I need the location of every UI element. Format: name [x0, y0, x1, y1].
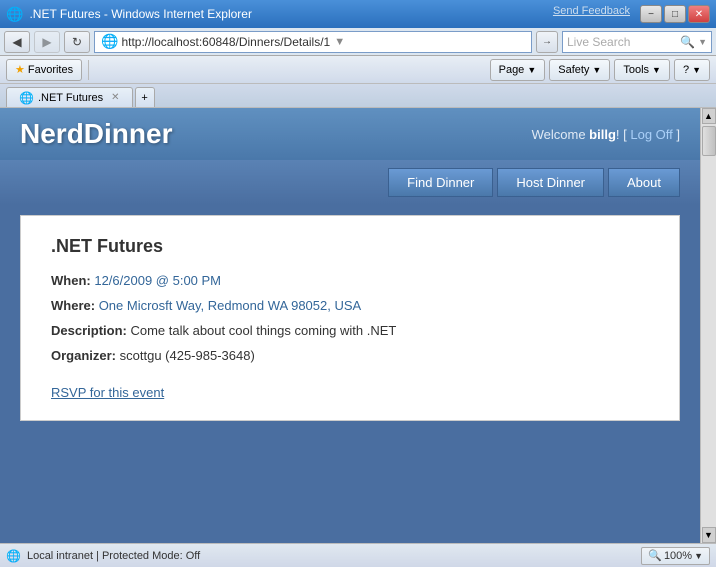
go-button[interactable]: → [536, 31, 558, 53]
restore-button[interactable]: □ [664, 5, 686, 23]
safety-button[interactable]: Safety ▼ [549, 59, 610, 81]
site-title: NerdDinner [20, 118, 172, 150]
tab-ie-icon: 🌐 [19, 91, 34, 105]
help-icon: ? [683, 64, 689, 76]
scroll-down-button[interactable]: ▼ [702, 527, 716, 543]
browser-chrome: NerdDinner Welcome billg! [ Log Off ] Fi… [0, 108, 716, 543]
zoom-label: 100% [664, 550, 692, 562]
organizer-value: scottgu (425-985-3648) [120, 348, 255, 363]
tools-dropdown-icon: ▼ [652, 65, 661, 75]
zone-icon: 🌐 [6, 549, 21, 563]
welcome-area: Welcome billg! [ Log Off ] [532, 127, 680, 142]
zoom-icon: 🔍 [648, 549, 662, 562]
search-dropdown-icon[interactable]: ▼ [698, 37, 707, 47]
title-bar-left: 🌐 .NET Futures - Windows Internet Explor… [6, 6, 252, 23]
content-area: .NET Futures When: 12/6/2009 @ 5:00 PM W… [0, 205, 700, 543]
about-button[interactable]: About [608, 168, 680, 197]
favorites-label: Favorites [28, 64, 73, 76]
new-tab-button[interactable]: + [135, 87, 155, 107]
zoom-button[interactable]: 🔍 100% ▼ [641, 547, 710, 565]
status-left: 🌐 Local intranet | Protected Mode: Off [6, 549, 200, 563]
nav-buttons: Find Dinner Host Dinner About [0, 160, 700, 205]
help-button[interactable]: ? ▼ [674, 59, 710, 81]
toolbar: ★ Favorites Page ▼ Safety ▼ Tools ▼ ? ▼ [0, 56, 716, 84]
welcome-text: Welcome billg! [ Log Off ] [532, 127, 680, 142]
logoff-link[interactable]: Log Off [630, 127, 672, 142]
refresh-button[interactable]: ↻ [64, 31, 90, 53]
ie-logo-icon: 🌐 [6, 6, 23, 23]
status-bar: 🌐 Local intranet | Protected Mode: Off 🔍… [0, 543, 716, 567]
tools-label: Tools [623, 64, 649, 76]
favorites-button[interactable]: ★ Favorites [6, 59, 82, 81]
zoom-dropdown-icon: ▼ [694, 551, 703, 561]
safety-label: Safety [558, 64, 589, 76]
window-title: .NET Futures - Windows Internet Explorer [29, 7, 252, 21]
host-dinner-button[interactable]: Host Dinner [497, 168, 604, 197]
scroll-thumb[interactable] [702, 126, 716, 156]
close-button[interactable]: ✕ [688, 5, 710, 23]
description-value: Come talk about cool things coming with … [130, 323, 396, 338]
when-value: 12/6/2009 @ 5:00 PM [94, 273, 221, 288]
organizer-field: Organizer: scottgu (425-985-3648) [51, 348, 649, 363]
star-icon: ★ [15, 63, 25, 76]
tools-button[interactable]: Tools ▼ [614, 59, 670, 81]
send-feedback-link[interactable]: Send Feedback [553, 5, 630, 23]
forward-button[interactable]: ▶ [34, 31, 60, 53]
title-bar: 🌐 .NET Futures - Windows Internet Explor… [0, 0, 716, 28]
minimize-button[interactable]: − [640, 5, 662, 23]
page-label: Page [499, 64, 525, 76]
search-box: Live Search 🔍 ▼ [562, 31, 712, 53]
address-input[interactable]: 🌐 http://localhost:60848/Dinners/Details… [94, 31, 532, 53]
where-label: Where: [51, 298, 95, 313]
organizer-label: Organizer: [51, 348, 116, 363]
address-dropdown-icon[interactable]: ▼ [334, 36, 345, 48]
tab-label: .NET Futures [38, 92, 103, 104]
window-controls: Send Feedback − □ ✕ [553, 5, 710, 23]
tab-close-icon[interactable]: ✕ [111, 92, 119, 103]
welcome-prefix: Welcome [532, 127, 590, 142]
find-dinner-button[interactable]: Find Dinner [388, 168, 493, 197]
logoff-suffix: ] [673, 127, 680, 142]
when-label: When: [51, 273, 91, 288]
toolbar-divider [88, 60, 89, 80]
search-placeholder[interactable]: Live Search [567, 35, 677, 49]
tab-bar: 🌐 .NET Futures ✕ + [0, 84, 716, 108]
address-bar: ◀ ▶ ↻ 🌐 http://localhost:60848/Dinners/D… [0, 28, 716, 56]
page-button[interactable]: Page ▼ [490, 59, 546, 81]
safety-dropdown-icon: ▼ [592, 65, 601, 75]
page-area: NerdDinner Welcome billg! [ Log Off ] Fi… [0, 108, 700, 543]
username: billg [589, 127, 616, 142]
rsvp-area: RSVP for this event [51, 375, 649, 400]
where-value: One Microsft Way, Redmond WA 98052, USA [99, 298, 362, 313]
where-field: Where: One Microsft Way, Redmond WA 9805… [51, 298, 649, 313]
help-dropdown-icon: ▼ [692, 65, 701, 75]
address-text: http://localhost:60848/Dinners/Details/1 [121, 35, 330, 49]
logoff-prefix: [ [620, 127, 631, 142]
address-ie-icon: 🌐 [101, 33, 118, 50]
status-right: 🔍 100% ▼ [641, 547, 710, 565]
dinner-title: .NET Futures [51, 236, 649, 257]
back-button[interactable]: ◀ [4, 31, 30, 53]
tab-net-futures[interactable]: 🌐 .NET Futures ✕ [6, 87, 133, 107]
site-header: NerdDinner Welcome billg! [ Log Off ] [0, 108, 700, 160]
dinner-card: .NET Futures When: 12/6/2009 @ 5:00 PM W… [20, 215, 680, 421]
description-label: Description: [51, 323, 127, 338]
toolbar-right: Page ▼ Safety ▼ Tools ▼ ? ▼ [490, 59, 710, 81]
page-dropdown-icon: ▼ [527, 65, 536, 75]
description-field: Description: Come talk about cool things… [51, 323, 649, 338]
scrollbar-right: ▲ ▼ [700, 108, 716, 543]
when-field: When: 12/6/2009 @ 5:00 PM [51, 273, 649, 288]
search-icon[interactable]: 🔍 [680, 35, 695, 49]
rsvp-link[interactable]: RSVP for this event [51, 385, 164, 400]
scroll-up-button[interactable]: ▲ [702, 108, 716, 124]
zone-text: Local intranet | Protected Mode: Off [27, 550, 200, 562]
